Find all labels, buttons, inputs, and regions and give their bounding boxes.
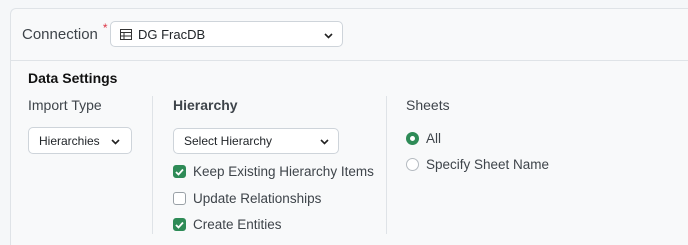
chevron-down-icon <box>320 135 329 145</box>
radio-label: All <box>426 131 442 146</box>
connection-select-value: DG FracDB <box>138 26 206 42</box>
hierarchy-select-value: Select Hierarchy <box>184 134 273 148</box>
radio-selected-icon[interactable] <box>406 132 419 145</box>
checkbox-checked-icon[interactable] <box>173 218 186 231</box>
checkbox-label: Update Relationships <box>193 191 322 206</box>
import-type-value: Hierarchies <box>39 133 100 148</box>
checkbox-keep-existing[interactable]: Keep Existing Hierarchy Items <box>173 164 374 179</box>
connection-select[interactable]: DG FracDB <box>110 21 343 47</box>
import-type-select[interactable]: Hierarchies <box>28 127 132 154</box>
radio-label: Specify Sheet Name <box>426 157 550 172</box>
hierarchy-heading: Hierarchy <box>173 97 238 113</box>
required-indicator: * <box>102 21 108 35</box>
checkbox-label: Keep Existing Hierarchy Items <box>193 164 374 179</box>
radio-all[interactable]: All <box>406 131 441 146</box>
checkbox-label: Create Entities <box>193 217 282 232</box>
checkbox-create-entities[interactable]: Create Entities <box>173 217 282 232</box>
radio-unselected-icon[interactable] <box>406 158 419 171</box>
connection-label: Connection <box>22 25 98 43</box>
sheets-heading: Sheets <box>406 97 450 113</box>
connection-row: Connection * <box>22 21 108 47</box>
radio-specify-sheet-name[interactable]: Specify Sheet Name <box>406 157 549 172</box>
section-divider <box>11 60 688 61</box>
database-icon <box>120 28 132 40</box>
chevron-down-icon <box>324 28 333 39</box>
column-divider <box>386 96 387 234</box>
column-divider <box>152 96 153 234</box>
chevron-down-icon <box>111 137 120 146</box>
data-settings-title: Data Settings <box>28 70 118 86</box>
hierarchy-select[interactable]: Select Hierarchy <box>173 128 339 154</box>
checkbox-unchecked-icon[interactable] <box>173 192 186 205</box>
import-type-label: Import Type <box>28 97 102 113</box>
checkbox-update-relationships[interactable]: Update Relationships <box>173 191 321 206</box>
checkbox-checked-icon[interactable] <box>173 165 186 178</box>
